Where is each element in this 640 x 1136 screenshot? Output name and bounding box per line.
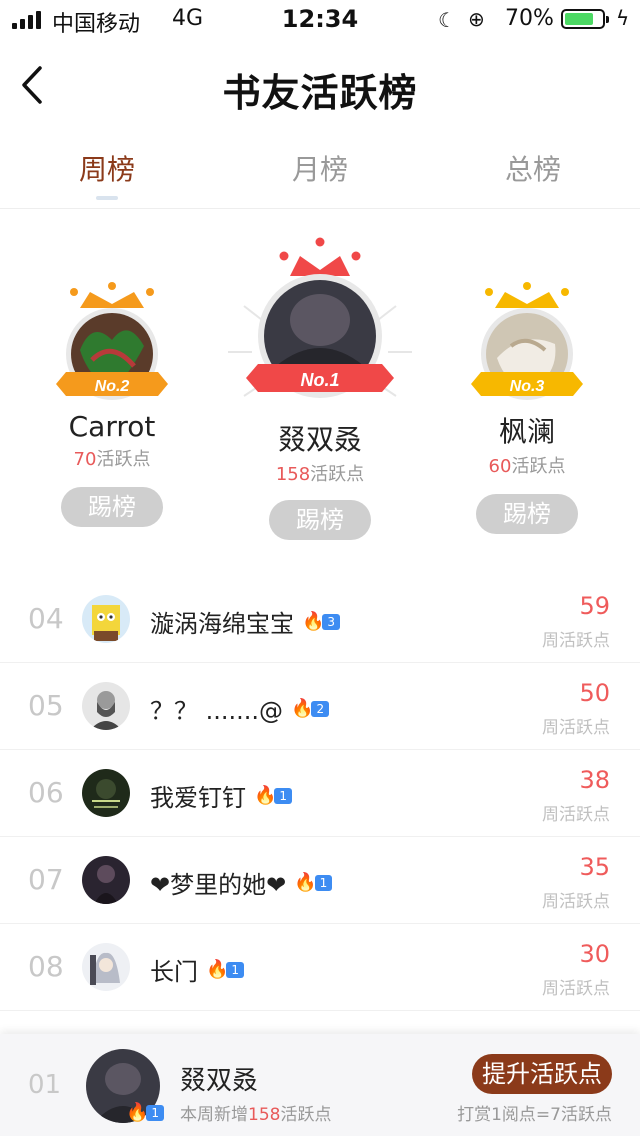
nav-bar: 书友活跃榜 xyxy=(0,40,640,130)
list-item[interactable]: 04 漩涡海绵宝宝 🔥 3 59 周活跃点 xyxy=(0,576,640,663)
rank-number: 06 xyxy=(28,776,64,809)
score-label: 周活跃点 xyxy=(542,718,610,738)
podium-points: 60活跃点 xyxy=(488,456,566,477)
moon-icon: ☾ xyxy=(438,8,456,32)
flame-icon: 🔥 xyxy=(206,959,229,980)
battery-icon xyxy=(561,9,609,29)
ranking-list: 04 漩涡海绵宝宝 🔥 3 59 周活跃点 05 ？？ .......@ 🔥 2 5… xyxy=(0,576,640,1011)
level-badge: 🔥 2 xyxy=(291,698,330,719)
score-value: 30 xyxy=(579,940,610,968)
score-label: 周活跃点 xyxy=(542,979,610,999)
avatar[interactable] xyxy=(82,769,130,817)
avatar[interactable] xyxy=(82,682,130,730)
podium-first: No.1 叕双叒 158活跃点 踢榜 xyxy=(224,236,416,540)
level-badge: 🔥 1 xyxy=(206,959,245,980)
user-name: ❤梦里的她❤ 🔥 1 xyxy=(150,865,333,900)
flame-icon: 🔥 xyxy=(126,1102,149,1123)
rotation-lock-icon: ⊕ xyxy=(468,7,485,31)
score-label: 周活跃点 xyxy=(542,631,610,651)
charging-icon: ϟ xyxy=(616,6,630,30)
kick-button[interactable]: 踢榜 xyxy=(476,494,578,534)
level-badge: 🔥 1 xyxy=(254,785,293,806)
rank-badge-label: No.2 xyxy=(95,378,130,395)
rank-number: 04 xyxy=(28,602,64,635)
kick-button[interactable]: 踢榜 xyxy=(61,487,163,527)
reward-hint: 打赏1阅点=7活跃点 xyxy=(457,1105,612,1125)
podium: No.2 Carrot 70活跃点 踢榜 No.1 叕双叒 158活跃点 踢榜 … xyxy=(0,208,640,558)
avatar[interactable] xyxy=(82,856,130,904)
rank-number: 07 xyxy=(28,863,64,896)
first-place-badge: No.1 xyxy=(228,237,412,398)
status-bar: 中国移动 4G 12:34 ☾ ⊕ 70% ϟ xyxy=(0,0,640,40)
score-value: 59 xyxy=(579,592,610,620)
score-value: 35 xyxy=(579,853,610,881)
score-label: 周活跃点 xyxy=(542,892,610,912)
podium-name: Carrot xyxy=(68,410,156,443)
tab-total[interactable]: 总榜 xyxy=(453,148,613,188)
podium-points: 158活跃点 xyxy=(275,464,365,485)
my-rank-number: 01 xyxy=(28,1070,62,1100)
flame-icon: 🔥 xyxy=(302,611,325,632)
crown-icon xyxy=(279,237,361,276)
tab-bar: 周榜 月榜 总榜 xyxy=(0,130,640,209)
list-item[interactable]: 08 长门 🔥 1 30 周活跃点 xyxy=(0,924,640,1011)
third-place-badge: No.3 xyxy=(471,282,583,400)
avatar[interactable] xyxy=(82,943,130,991)
list-item[interactable]: 06 我爱钉钉 🔥 1 38 周活跃点 xyxy=(0,750,640,837)
my-name: 叕双叒 xyxy=(180,1066,259,1096)
tab-label: 周榜 xyxy=(78,153,135,186)
flame-icon: 🔥 xyxy=(294,872,317,893)
rank-number: 05 xyxy=(28,689,64,722)
my-rank-bar: 01 🔥 1 叕双叒 本周新增158活跃点 提升活跃点 打赏1阅点=7活跃点 xyxy=(0,1034,640,1136)
score-label: 周活跃点 xyxy=(542,805,610,825)
tab-label: 月榜 xyxy=(291,153,348,186)
second-place-badge: No.2 xyxy=(56,282,168,400)
flame-icon: 🔥 xyxy=(254,785,277,806)
my-weekly-points: 本周新增158活跃点 xyxy=(180,1105,332,1125)
rank-number: 08 xyxy=(28,950,64,983)
tab-weekly[interactable]: 周榜 xyxy=(27,148,187,200)
list-item[interactable]: 07 ❤梦里的她❤ 🔥 1 35 周活跃点 xyxy=(0,837,640,924)
boost-activity-button[interactable]: 提升活跃点 xyxy=(472,1054,612,1094)
tab-label: 总榜 xyxy=(504,153,561,186)
list-item[interactable]: 05 ？？ .......@ 🔥 2 50 周活跃点 xyxy=(0,663,640,750)
rank-badge-label: No.1 xyxy=(300,370,339,390)
user-name: 漩涡海绵宝宝 🔥 3 xyxy=(150,604,341,639)
level-badge: 🔥 3 xyxy=(302,611,341,632)
page-title: 书友活跃榜 xyxy=(222,70,418,115)
user-name: 我爱钉钉 🔥 1 xyxy=(150,778,293,813)
podium-name: 枫澜 xyxy=(498,415,555,448)
tab-monthly[interactable]: 月榜 xyxy=(240,148,400,188)
level-badge: 🔥 1 xyxy=(294,872,333,893)
user-name: ？？ .......@ 🔥 2 xyxy=(150,691,330,726)
flame-icon: 🔥 xyxy=(291,698,314,719)
kick-button[interactable]: 踢榜 xyxy=(269,500,371,540)
podium-second: No.2 Carrot 70活跃点 踢榜 xyxy=(52,280,172,527)
score-value: 50 xyxy=(579,679,610,707)
rank-badge-label: No.3 xyxy=(510,378,545,395)
avatar[interactable] xyxy=(82,595,130,643)
tab-indicator xyxy=(96,196,118,200)
level-badge: 🔥 1 xyxy=(126,1102,165,1123)
crown-icon xyxy=(70,282,154,308)
podium-points: 70活跃点 xyxy=(73,449,151,470)
score-value: 38 xyxy=(579,766,610,794)
podium-third: No.3 枫澜 60活跃点 踢榜 xyxy=(467,280,587,534)
user-name: 长门 🔥 1 xyxy=(150,952,245,987)
crown-icon xyxy=(485,282,569,308)
battery-percent: 70% xyxy=(505,6,554,31)
podium-name: 叕双叒 xyxy=(277,423,362,456)
